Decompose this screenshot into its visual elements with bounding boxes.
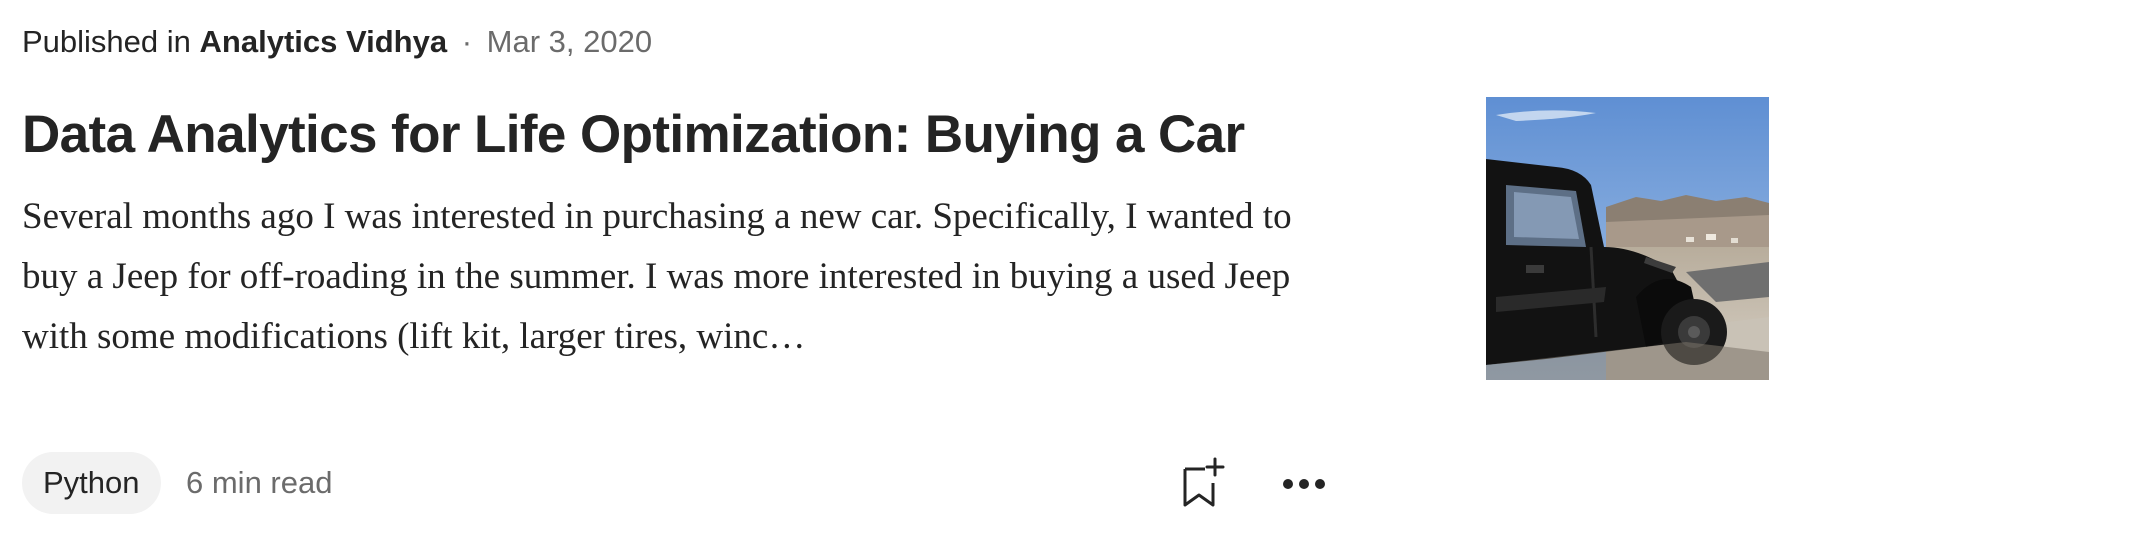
publish-date: Mar 3, 2020: [486, 24, 653, 59]
article-meta: Published in Analytics Vidhya · Mar 3, 2…: [22, 22, 652, 62]
more-options-button[interactable]: [1276, 458, 1332, 510]
published-in-label: Published in: [22, 24, 191, 59]
article-thumbnail[interactable]: [1486, 97, 1769, 380]
article-title[interactable]: Data Analytics for Life Optimization: Bu…: [22, 102, 1245, 168]
bookmark-button[interactable]: [1175, 452, 1231, 514]
bookmark-add-icon: [1183, 457, 1225, 507]
tag-chip[interactable]: Python: [22, 452, 161, 514]
read-time: 6 min read: [186, 465, 333, 500]
jeep-photo: [1486, 97, 1769, 380]
publication-link[interactable]: Analytics Vidhya: [200, 24, 448, 59]
article-card: Published in Analytics Vidhya · Mar 3, 2…: [0, 0, 2133, 548]
article-excerpt[interactable]: Several months ago I was interested in p…: [22, 187, 1332, 367]
meta-separator: ·: [461, 24, 473, 59]
more-horizontal-icon: [1283, 479, 1325, 489]
